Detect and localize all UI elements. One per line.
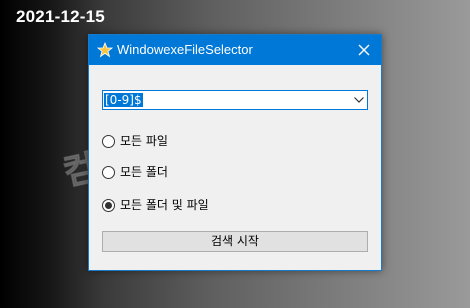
pattern-combobox[interactable]: [0-9]$ <box>102 90 368 110</box>
close-button[interactable] <box>347 35 381 65</box>
radio-label: 모든 폴더 및 파일 <box>120 198 209 212</box>
radio-button[interactable] <box>102 166 115 179</box>
radio-label: 모든 파일 <box>120 134 168 148</box>
window-title: WindowexeFileSelector <box>117 42 253 57</box>
radio-button-checked[interactable] <box>102 199 115 212</box>
title-bar[interactable]: WindowexeFileSelector <box>89 35 381 65</box>
chevron-down-icon[interactable] <box>354 97 364 103</box>
star-icon <box>96 41 114 58</box>
radio-button[interactable] <box>102 135 115 148</box>
close-icon <box>358 44 370 56</box>
pattern-value[interactable]: [0-9]$ <box>104 93 143 107</box>
radio-label: 모든 폴더 <box>120 165 168 179</box>
search-start-button[interactable]: 검색 시작 <box>102 231 368 252</box>
date-label: 2021-12-15 <box>16 7 105 26</box>
file-selector-window: WindowexeFileSelector [0-9]$ 모든 파일 모든 폴더… <box>88 34 382 271</box>
